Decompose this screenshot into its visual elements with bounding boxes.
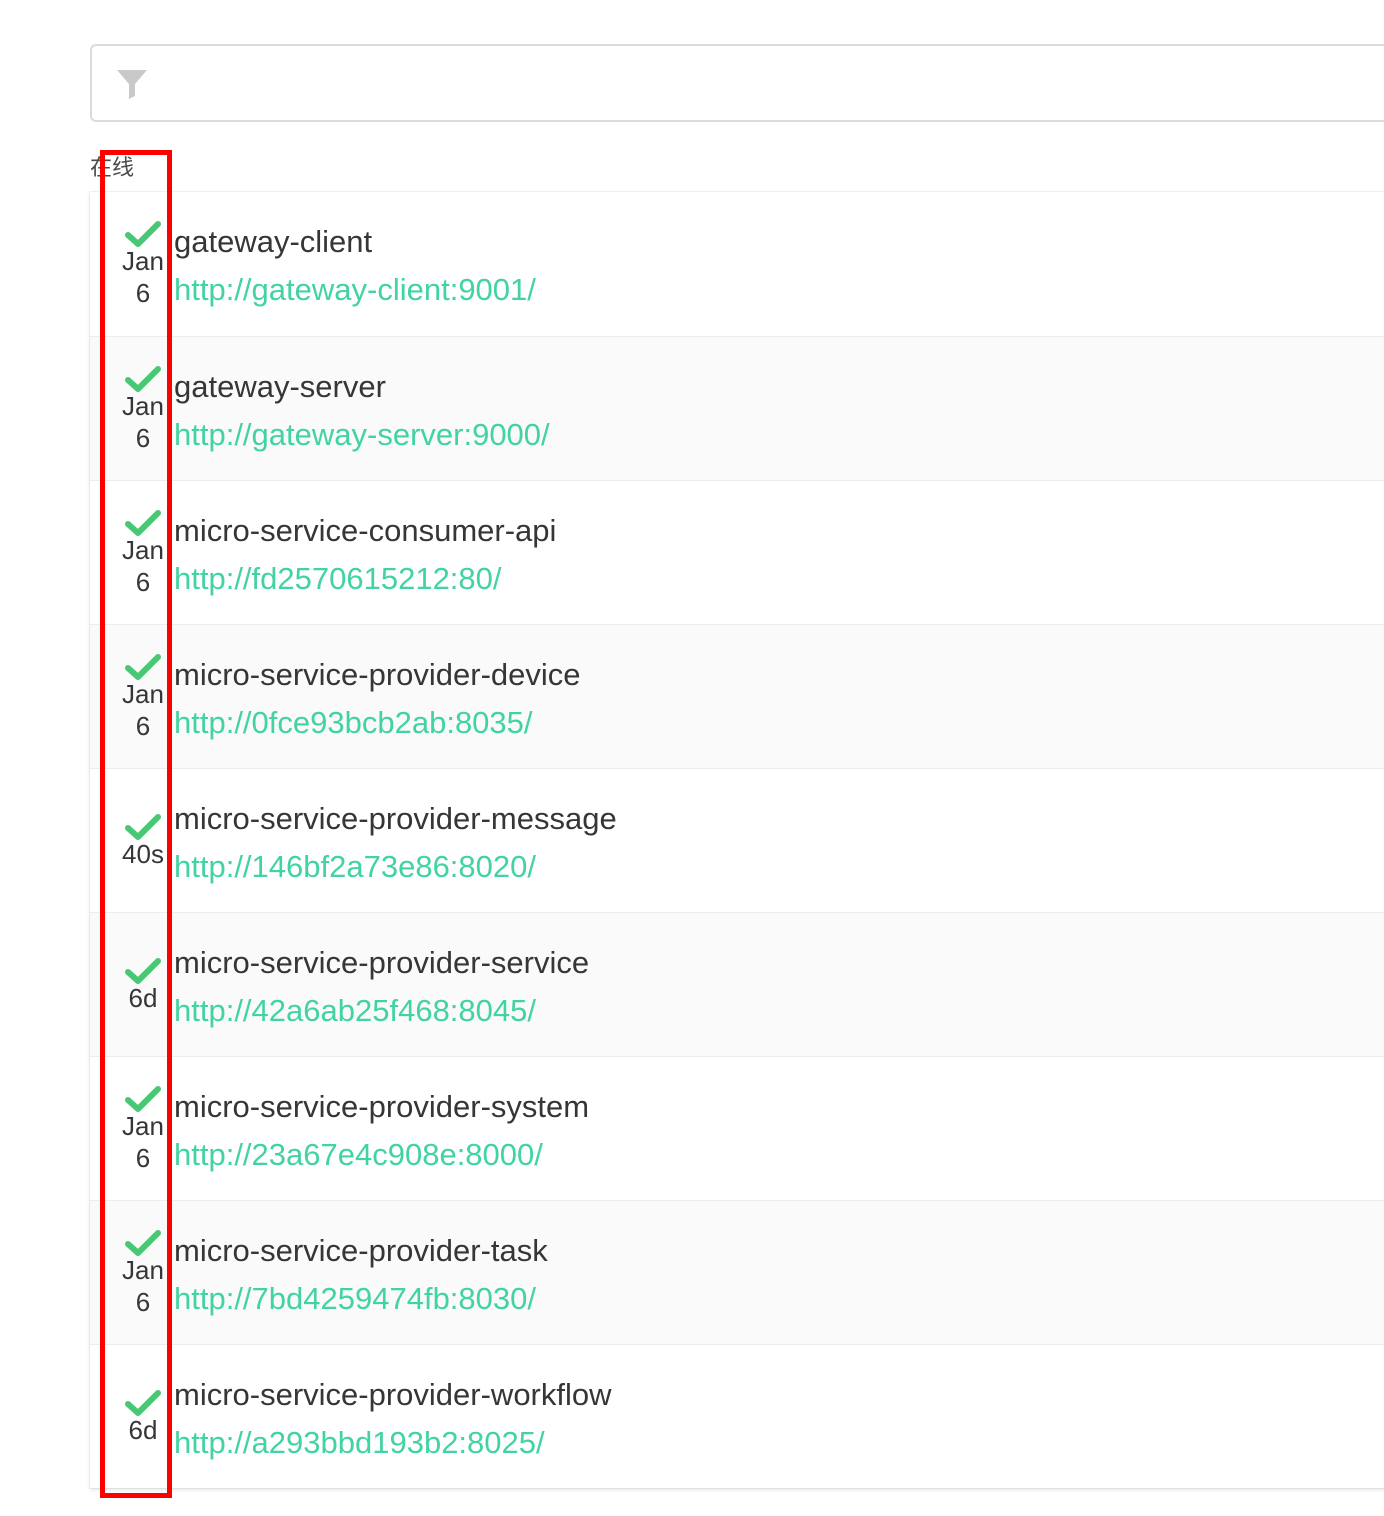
- status-time: Jan 6: [122, 390, 164, 453]
- application-row[interactable]: Jan 6 micro-service-consumer-api http://…: [90, 480, 1384, 624]
- application-row[interactable]: Jan 6 micro-service-provider-system http…: [90, 1056, 1384, 1200]
- application-info: micro-service-provider-device http://0fc…: [174, 655, 581, 743]
- application-row[interactable]: 6d micro-service-provider-service http:/…: [90, 912, 1384, 1056]
- application-name: micro-service-consumer-api: [174, 513, 557, 548]
- application-name: gateway-server: [174, 369, 386, 404]
- application-url-link[interactable]: http://0fce93bcb2ab:8035/: [174, 703, 581, 743]
- application-row[interactable]: 40s micro-service-provider-message http:…: [90, 768, 1384, 912]
- application-row[interactable]: Jan 6 gateway-client http://gateway-clie…: [90, 192, 1384, 336]
- application-info: micro-service-consumer-api http://fd2570…: [174, 511, 556, 599]
- application-name: micro-service-provider-service: [174, 945, 590, 980]
- status-cell: 6d: [114, 1345, 172, 1488]
- application-name: micro-service-provider-device: [174, 657, 581, 692]
- application-url-link[interactable]: http://7bd4259474fb:8030/: [174, 1279, 548, 1319]
- status-cell: Jan 6: [114, 192, 172, 336]
- application-name: micro-service-provider-task: [174, 1233, 548, 1268]
- status-time: 6d: [128, 982, 158, 1013]
- application-name: micro-service-provider-system: [174, 1089, 590, 1124]
- application-name: micro-service-provider-workflow: [174, 1377, 612, 1412]
- application-url-link[interactable]: http://42a6ab25f468:8045/: [174, 991, 589, 1031]
- status-time: Jan 6: [122, 246, 164, 308]
- application-info: micro-service-provider-system http://23a…: [174, 1087, 589, 1175]
- application-url-link[interactable]: http://gateway-server:9000/: [174, 415, 550, 455]
- status-cell: Jan 6: [114, 625, 172, 768]
- application-name: micro-service-provider-message: [174, 801, 617, 836]
- application-list: Jan 6 gateway-client http://gateway-clie…: [90, 192, 1384, 1488]
- status-cell: Jan 6: [114, 481, 172, 624]
- status-cell: Jan 6: [114, 337, 172, 480]
- application-url-link[interactable]: http://fd2570615212:80/: [174, 559, 556, 599]
- application-name: gateway-client: [174, 224, 373, 259]
- status-time: Jan 6: [122, 1254, 164, 1317]
- filter-box[interactable]: [90, 44, 1384, 122]
- application-url-link[interactable]: http://gateway-client:9001/: [174, 270, 536, 310]
- application-row[interactable]: Jan 6 micro-service-provider-device http…: [90, 624, 1384, 768]
- status-cell: 6d: [114, 913, 172, 1056]
- filter-input[interactable]: [162, 46, 1384, 120]
- application-info: micro-service-provider-service http://42…: [174, 943, 589, 1031]
- application-info: micro-service-provider-task http://7bd42…: [174, 1231, 548, 1319]
- section-title-online: 在线: [90, 156, 135, 181]
- application-url-link[interactable]: http://23a67e4c908e:8000/: [174, 1135, 589, 1175]
- application-url-link[interactable]: http://a293bbd193b2:8025/: [174, 1423, 612, 1463]
- application-info: gateway-client http://gateway-client:900…: [174, 222, 536, 310]
- status-cell: 40s: [114, 769, 172, 912]
- status-cell: Jan 6: [114, 1057, 172, 1200]
- status-time: Jan 6: [122, 1110, 164, 1173]
- application-url-link[interactable]: http://146bf2a73e86:8020/: [174, 847, 617, 887]
- filter-icon: [117, 70, 147, 99]
- application-row[interactable]: Jan 6 micro-service-provider-task http:/…: [90, 1200, 1384, 1344]
- status-time: 6d: [128, 1414, 158, 1445]
- application-row[interactable]: 6d micro-service-provider-workflow http:…: [90, 1344, 1384, 1488]
- status-time: Jan 6: [122, 678, 164, 741]
- status-time: 40s: [122, 838, 164, 869]
- status-cell: Jan 6: [114, 1201, 172, 1344]
- application-info: micro-service-provider-workflow http://a…: [174, 1375, 612, 1463]
- status-time: Jan 6: [122, 534, 164, 597]
- application-info: micro-service-provider-message http://14…: [174, 799, 617, 887]
- application-row[interactable]: Jan 6 gateway-server http://gateway-serv…: [90, 336, 1384, 480]
- application-info: gateway-server http://gateway-server:900…: [174, 367, 550, 455]
